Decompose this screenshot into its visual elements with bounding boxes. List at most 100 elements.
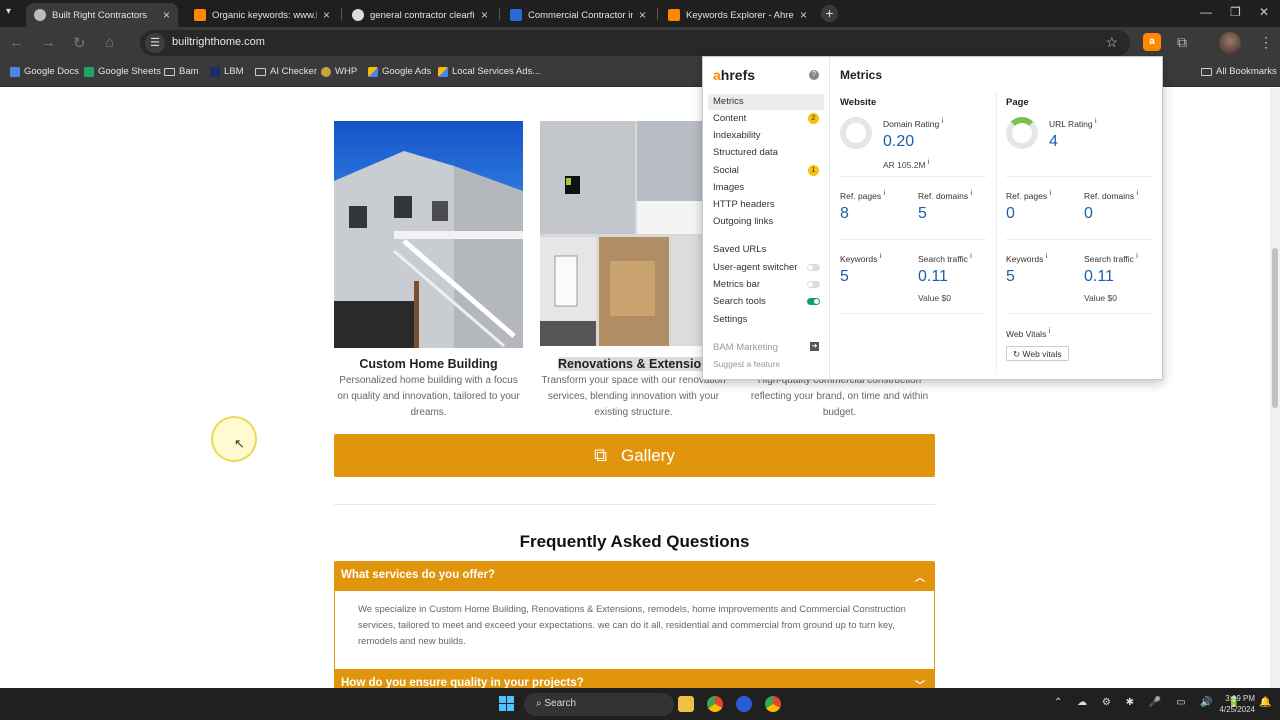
new-tab-button[interactable]: + — [821, 5, 838, 22]
ref-pages-value[interactable]: 0 — [1006, 205, 1015, 223]
search-traffic-value[interactable]: 0.11 — [1084, 268, 1114, 286]
menu-metrics-bar[interactable]: Metrics bar — [708, 277, 824, 293]
menu-structured-data[interactable]: Structured data — [708, 145, 824, 161]
faq-question[interactable]: How do you ensure quality in your projec… — [334, 669, 935, 688]
toggle-switch[interactable] — [807, 281, 820, 288]
bookmark-google-ads[interactable]: Google Ads — [368, 66, 431, 77]
suggest-feature-link[interactable]: Suggest a feature — [713, 359, 780, 369]
menu-label: HTTP headers — [713, 199, 775, 210]
home-icon[interactable]: ⌂ — [105, 34, 114, 51]
chevron-up-icon: ︿ — [915, 573, 925, 584]
tab-title: Keywords Explorer - Ahrefs — [686, 9, 794, 21]
ref-domains-value[interactable]: 5 — [918, 205, 927, 223]
tab-built-right[interactable]: Built Right Contractors × — [26, 3, 178, 27]
bookmark-whp[interactable]: WHP — [321, 66, 357, 77]
label-text: Ref. pages — [840, 190, 882, 201]
menu-search-tools[interactable]: Search tools — [708, 294, 824, 310]
label-text: Keywords — [840, 253, 878, 264]
menu-label: Metrics — [713, 96, 744, 107]
reload-icon[interactable]: ↻ — [73, 34, 86, 52]
chrome-icon[interactable] — [765, 696, 781, 712]
notification-icon[interactable]: 🔔 — [1259, 697, 1271, 708]
tab-title: Organic keywords: www.buil — [212, 9, 317, 21]
menu-content[interactable]: Content 2 — [708, 111, 824, 127]
menu-icon[interactable]: ⋮ — [1259, 34, 1273, 51]
menu-settings[interactable]: Settings — [708, 312, 824, 328]
bookmark-local-services-ads[interactable]: Local Services Ads... — [438, 66, 540, 77]
tab-keywords-explorer[interactable]: Keywords Explorer - Ahrefs × — [660, 3, 815, 27]
chrome-icon[interactable] — [707, 696, 723, 712]
tab-search-icon[interactable]: ▾ — [6, 6, 11, 17]
keywords-value[interactable]: 5 — [1006, 268, 1015, 286]
forward-icon[interactable]: → — [41, 34, 56, 51]
toggle-switch[interactable] — [807, 264, 820, 271]
bookmark-bam[interactable]: Bam — [164, 66, 199, 77]
ahrefs-popup: ahrefs ? Metrics Content 2 Indexability S… — [702, 56, 1163, 380]
menu-label: Content — [713, 113, 747, 124]
menu-user-agent-switcher[interactable]: User-agent switcher — [708, 260, 824, 276]
keywords-value[interactable]: 5 — [840, 268, 849, 286]
mouse-cursor-icon: ↖ — [234, 436, 245, 451]
toggle-switch[interactable] — [807, 298, 820, 305]
menu-social[interactable]: Social 1 — [708, 163, 824, 179]
windows-start-icon[interactable] — [499, 696, 514, 711]
bookmark-star-icon[interactable]: ☆ — [1105, 34, 1118, 51]
ref-pages-value[interactable]: 8 — [840, 205, 849, 223]
globe-icon — [34, 9, 46, 21]
avatar[interactable] — [1219, 32, 1241, 54]
close-icon[interactable]: × — [639, 8, 646, 22]
taskbar-search[interactable]: ⌕ Search — [524, 693, 674, 716]
help-icon[interactable]: ? — [809, 70, 819, 80]
menu-http-headers[interactable]: HTTP headers — [708, 197, 824, 213]
file-explorer-icon[interactable] — [678, 696, 694, 712]
close-window-icon[interactable]: ✕ — [1259, 5, 1269, 19]
lbm-icon — [210, 66, 220, 77]
menu-outgoing-links[interactable]: Outgoing links — [708, 214, 824, 230]
ahrefs-metrics-panel: Metrics Website Domain Rating i 0.20 AR … — [830, 57, 1162, 379]
faq-question-text: How do you ensure quality in your projec… — [341, 677, 584, 688]
close-icon[interactable]: × — [481, 8, 488, 22]
date: 4/25/2024 — [1219, 705, 1255, 714]
url-text: builtrighthome.com — [172, 36, 265, 48]
close-icon[interactable]: × — [323, 8, 330, 22]
menu-saved-urls[interactable]: Saved URLs — [708, 242, 824, 258]
tab-organic-keywords[interactable]: Organic keywords: www.buil × — [186, 3, 338, 27]
menu-metrics[interactable]: Metrics — [708, 94, 824, 110]
menu-label: Indexability — [713, 130, 761, 141]
bookmark-google-sheets[interactable]: Google Sheets — [84, 66, 161, 77]
search-traffic-value[interactable]: 0.11 — [918, 268, 948, 286]
back-icon[interactable]: ← — [9, 34, 24, 51]
scrollbar-thumb[interactable] — [1272, 248, 1278, 408]
menu-indexability[interactable]: Indexability — [708, 128, 824, 144]
gallery-button[interactable]: ⧉ Gallery — [334, 434, 935, 477]
card-title-text: Renovations & Extensions — [558, 357, 716, 371]
all-bookmarks[interactable]: All Bookmarks — [1201, 66, 1277, 77]
clock[interactable]: 3:19 PM 4/25/2024 — [1210, 693, 1255, 715]
ref-domains-value[interactable]: 0 — [1084, 205, 1093, 223]
site-info-icon[interactable]: ☰ — [145, 33, 165, 53]
close-icon[interactable]: × — [800, 8, 807, 22]
menu-label: Settings — [713, 314, 748, 325]
minimize-icon[interactable]: — — [1200, 5, 1212, 19]
web-vitals-label: Web Vitals i — [1006, 327, 1051, 339]
bookmark-google-docs[interactable]: Google Docs — [10, 66, 79, 77]
bookmark-label: Bam — [179, 66, 199, 77]
bookmark-lbm[interactable]: LBM — [210, 66, 244, 77]
tab-title: Commercial Contractor in Cl — [528, 9, 633, 21]
tab-google-search[interactable]: general contractor clearfield × — [344, 3, 496, 27]
maximize-icon[interactable]: ❐ — [1230, 5, 1241, 19]
search-traffic-label: Search traffic i — [918, 252, 972, 264]
page-scrollbar[interactable] — [1270, 88, 1280, 688]
close-icon[interactable]: × — [163, 8, 170, 22]
ahrefs-extension-icon[interactable]: a — [1143, 33, 1161, 51]
tab-commercial-contractor[interactable]: Commercial Contractor in Cl × — [502, 3, 654, 27]
address-bar[interactable]: ☰ builtrighthome.com ☆ — [140, 30, 1130, 56]
logout-icon[interactable]: ➜ — [810, 342, 819, 351]
faq-question[interactable]: What services do you offer? ︿ — [334, 561, 935, 591]
menu-images[interactable]: Images — [708, 180, 824, 196]
google-ads-icon — [368, 66, 378, 77]
web-vitals-button[interactable]: ↻ Web vitals — [1006, 346, 1069, 361]
app-icon[interactable] — [736, 696, 752, 712]
extensions-icon[interactable]: ⧉ — [1177, 34, 1187, 51]
bookmark-ai-checker[interactable]: AI Checker — [255, 66, 317, 77]
